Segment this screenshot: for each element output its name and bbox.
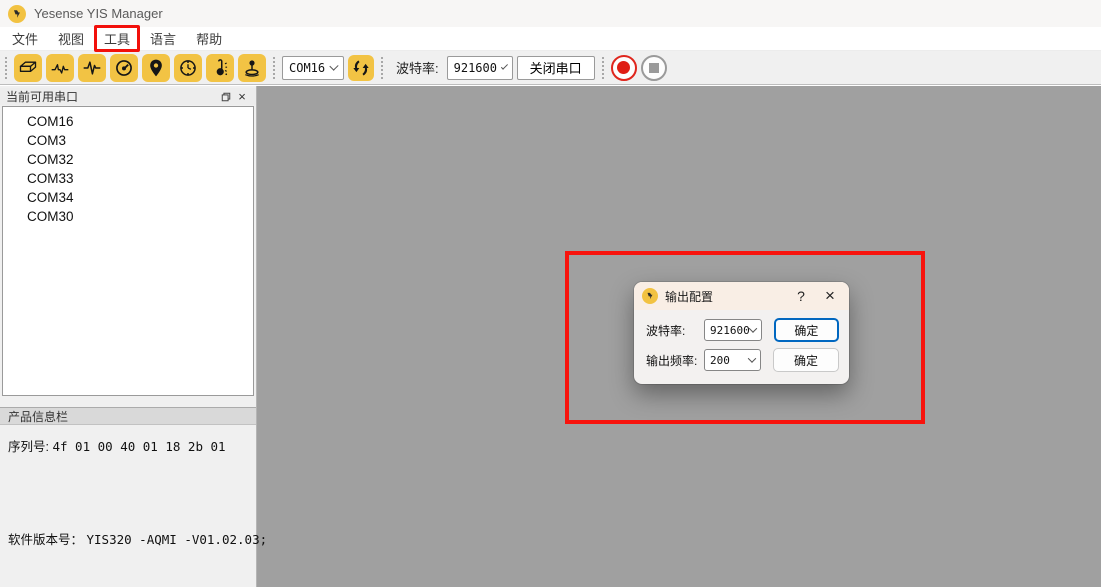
com-port-value: COM16 <box>289 61 325 75</box>
baud-rate-value: 921600 <box>454 61 497 75</box>
dialog-help-icon[interactable]: ? <box>790 286 812 306</box>
dock-close-icon[interactable]: × <box>234 90 250 104</box>
thermometer-icon[interactable] <box>206 54 234 82</box>
toolbar-handle <box>273 57 275 79</box>
refresh-ports-icon[interactable] <box>348 55 374 81</box>
dialog-output-rate-select[interactable]: 200 <box>704 349 761 371</box>
toolbar-handle <box>381 57 383 79</box>
port-list-item[interactable]: COM33 <box>3 169 253 188</box>
attitude-icon[interactable] <box>238 54 266 82</box>
serial-port-list: COM16 COM3 COM32 COM33 COM34 COM30 <box>2 106 254 396</box>
stop-button[interactable] <box>641 55 667 81</box>
cube-3d-icon[interactable] <box>14 54 42 82</box>
port-list-item[interactable]: COM3 <box>3 131 253 150</box>
output-config-dialog: 输出配置 ? × 波特率: 921600 确定 输出频率: 200 确定 <box>634 282 849 384</box>
baud-rate-label: 波特率: <box>396 58 439 77</box>
stop-square-icon <box>649 63 659 73</box>
port-list-item[interactable]: COM30 <box>3 207 253 226</box>
output-rate-confirm-button[interactable]: 确定 <box>773 348 839 372</box>
dialog-close-icon[interactable]: × <box>819 286 841 306</box>
waveform-icon[interactable] <box>46 54 74 82</box>
menu-view[interactable]: 视图 <box>48 26 94 51</box>
toolbar-handle <box>602 57 604 79</box>
chevron-down-icon <box>749 324 757 332</box>
dialog-baud-label: 波特率: <box>646 322 704 339</box>
firmware-version-value: YIS320 -AQMI -V01.02.03; <box>87 532 268 547</box>
chevron-down-icon <box>330 62 339 71</box>
baud-confirm-button[interactable]: 确定 <box>774 318 839 342</box>
menu-language[interactable]: 语言 <box>140 26 186 51</box>
utc-clock-icon[interactable] <box>174 54 202 82</box>
baud-rate-config-row: 波特率: 921600 确定 <box>646 317 839 343</box>
dock-header: 当前可用串口 × <box>0 88 256 105</box>
firmware-version-row: 软件版本号： YIS320 -AQMI -V01.02.03; <box>8 529 252 548</box>
app-logo-icon <box>8 5 26 23</box>
dialog-baud-select[interactable]: 921600 <box>704 319 762 341</box>
chevron-down-icon <box>748 354 756 362</box>
port-list-item[interactable]: COM32 <box>3 150 253 169</box>
menu-help[interactable]: 帮助 <box>186 26 232 51</box>
dialog-output-rate-label: 输出频率: <box>646 352 704 369</box>
output-rate-config-row: 输出频率: 200 确定 <box>646 347 839 373</box>
toolbar: COM16 波特率: 921600 关闭串口 <box>0 51 1101 85</box>
record-dot-icon <box>617 61 630 74</box>
close-serial-port-button[interactable]: 关闭串口 <box>517 56 595 80</box>
dialog-title: 输出配置 <box>665 288 783 305</box>
menu-bar: 文件 视图 工具 语言 帮助 <box>0 27 1101 51</box>
record-button[interactable] <box>611 55 637 81</box>
port-list-item[interactable]: COM34 <box>3 188 253 207</box>
chevron-down-icon <box>501 63 508 70</box>
product-info-header: 产品信息栏 <box>0 407 256 425</box>
dock-title: 当前可用串口 <box>6 88 78 105</box>
gauge-icon[interactable] <box>110 54 138 82</box>
dock-float-icon[interactable] <box>218 90 234 104</box>
pulse-icon[interactable] <box>78 54 106 82</box>
baud-rate-select[interactable]: 921600 <box>447 56 513 80</box>
serial-number-value: 4f 01 00 40 01 18 2b 01 <box>52 439 225 454</box>
toolbar-handle <box>5 57 7 79</box>
serial-number-row: 序列号: 4f 01 00 40 01 18 2b 01 <box>8 436 252 455</box>
serial-port-dock: 当前可用串口 × COM16 COM3 COM32 COM33 COM34 CO… <box>0 86 257 587</box>
firmware-version-label: 软件版本号： <box>8 533 83 547</box>
menu-file[interactable]: 文件 <box>2 26 48 51</box>
dialog-body: 波特率: 921600 确定 输出频率: 200 确定 <box>634 310 849 373</box>
window-titlebar: Yesense YIS Manager <box>0 0 1101 27</box>
dialog-baud-value: 921600 <box>710 324 750 337</box>
port-list-item[interactable]: COM16 <box>3 112 253 131</box>
serial-number-label: 序列号: <box>8 440 49 454</box>
location-pin-icon[interactable] <box>142 54 170 82</box>
window-title: Yesense YIS Manager <box>34 6 163 21</box>
com-port-select[interactable]: COM16 <box>282 56 344 80</box>
dialog-output-rate-value: 200 <box>710 354 730 367</box>
menu-tools[interactable]: 工具 <box>94 25 140 52</box>
dialog-titlebar: 输出配置 ? × <box>634 282 849 310</box>
product-info-title: 产品信息栏 <box>8 408 68 425</box>
dialog-app-icon <box>642 288 658 304</box>
